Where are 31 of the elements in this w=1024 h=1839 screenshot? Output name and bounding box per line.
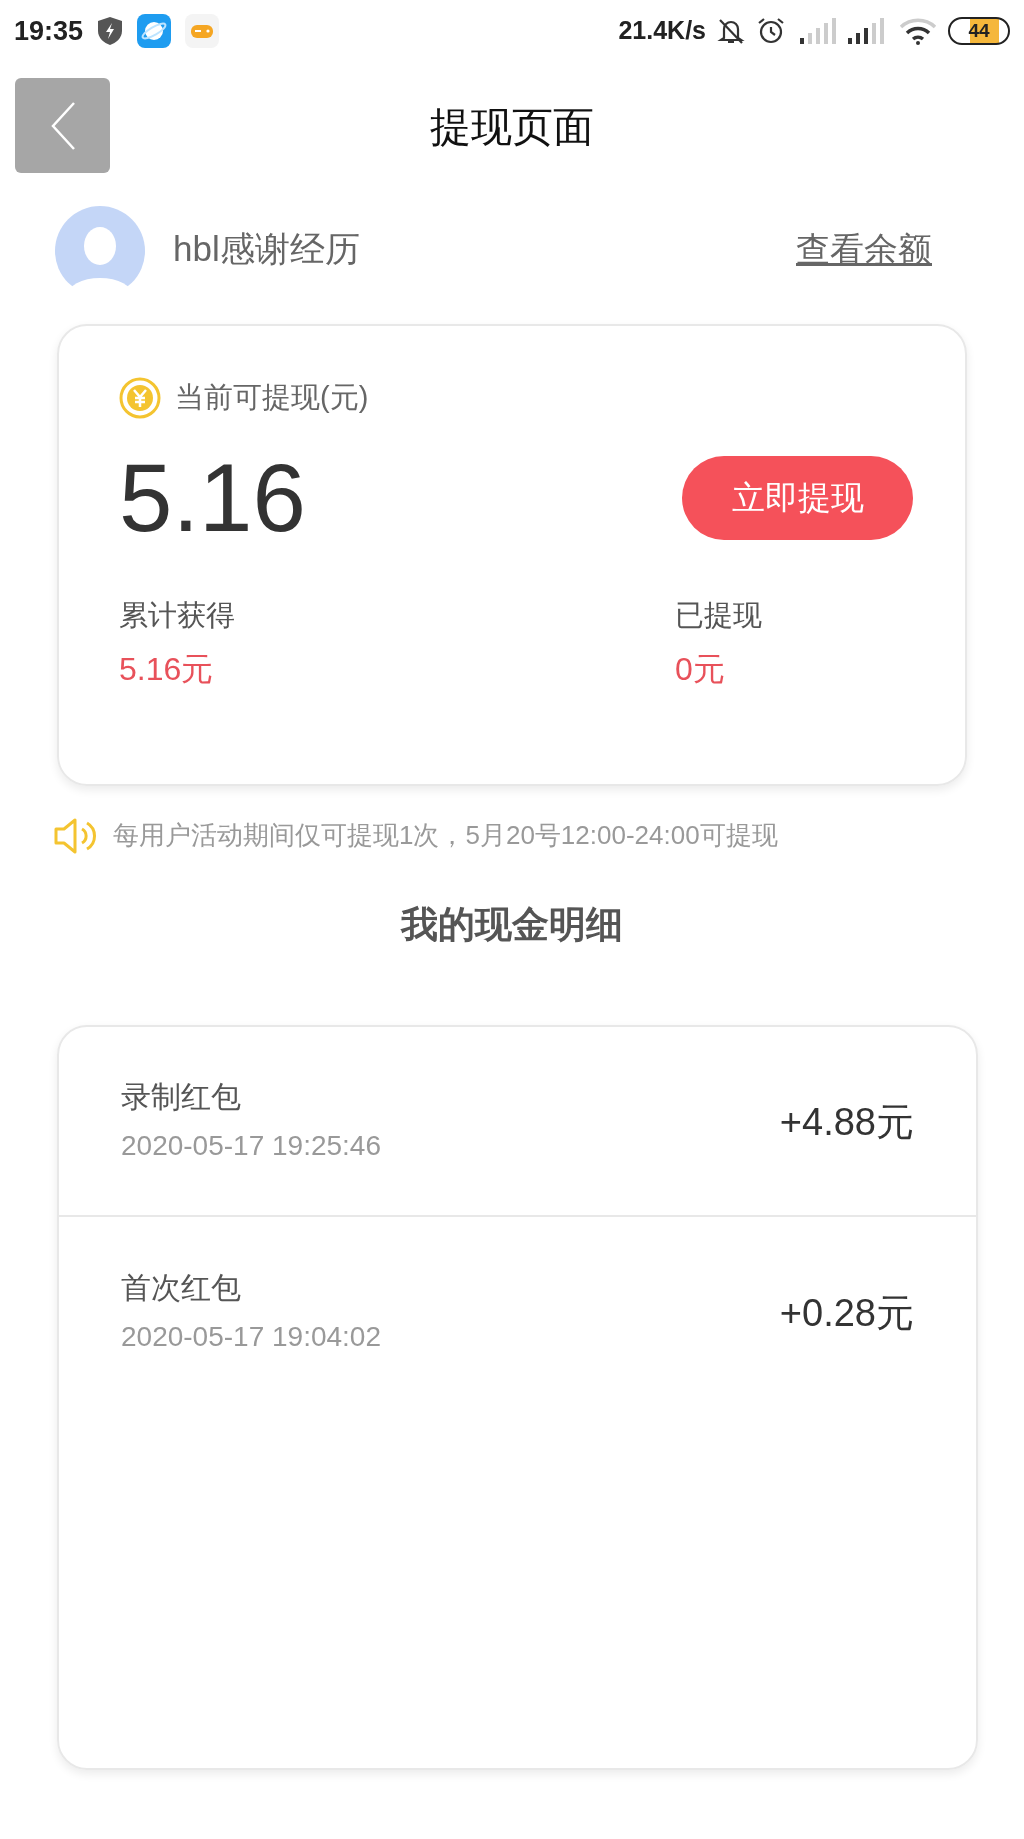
clock-time: 19:35 xyxy=(14,14,84,48)
yuan-coin-icon xyxy=(119,376,161,419)
withdrawable-amount: 5.16 xyxy=(119,449,306,546)
notice-text: 每用户活动期间仅可提现1次，5月20号12:00-24:00可提现 xyxy=(113,819,778,852)
page-title: 提现页面 xyxy=(430,103,594,153)
stat-label: 累计获得 xyxy=(119,597,236,633)
wifi-icon xyxy=(898,17,938,45)
transaction-time: 2020-05-17 19:04:02 xyxy=(121,1320,382,1354)
signal-icon xyxy=(800,18,836,44)
avatar-icon xyxy=(55,206,145,292)
transaction-title: 录制红包 xyxy=(121,1079,242,1115)
alarm-icon xyxy=(756,16,786,46)
transaction-amount: +4.88元 xyxy=(779,1100,914,1145)
stat-value: 5.16元 xyxy=(119,650,215,689)
speaker-icon xyxy=(53,816,97,855)
signal-icon xyxy=(848,18,884,44)
back-button[interactable] xyxy=(15,78,110,173)
stat-value: 0元 xyxy=(675,650,726,689)
stat-label: 已提现 xyxy=(675,597,762,633)
transaction-amount: +0.28元 xyxy=(779,1291,914,1336)
shield-icon xyxy=(97,16,124,46)
withdraw-button[interactable]: 立即提现 xyxy=(682,455,913,540)
transaction-time: 2020-05-17 19:25:46 xyxy=(121,1129,382,1163)
section-title: 我的现金明细 xyxy=(401,903,623,947)
network-speed: 21.4K/s xyxy=(618,15,706,47)
transaction-title: 首次红包 xyxy=(121,1270,242,1306)
user-name: hbl感谢经历 xyxy=(173,227,360,270)
withdrawable-label: 当前可提现(元) xyxy=(175,380,369,415)
view-balance-link[interactable]: 查看余额 xyxy=(796,223,932,275)
game-app-icon xyxy=(185,14,220,48)
browser-app-icon xyxy=(137,14,172,48)
